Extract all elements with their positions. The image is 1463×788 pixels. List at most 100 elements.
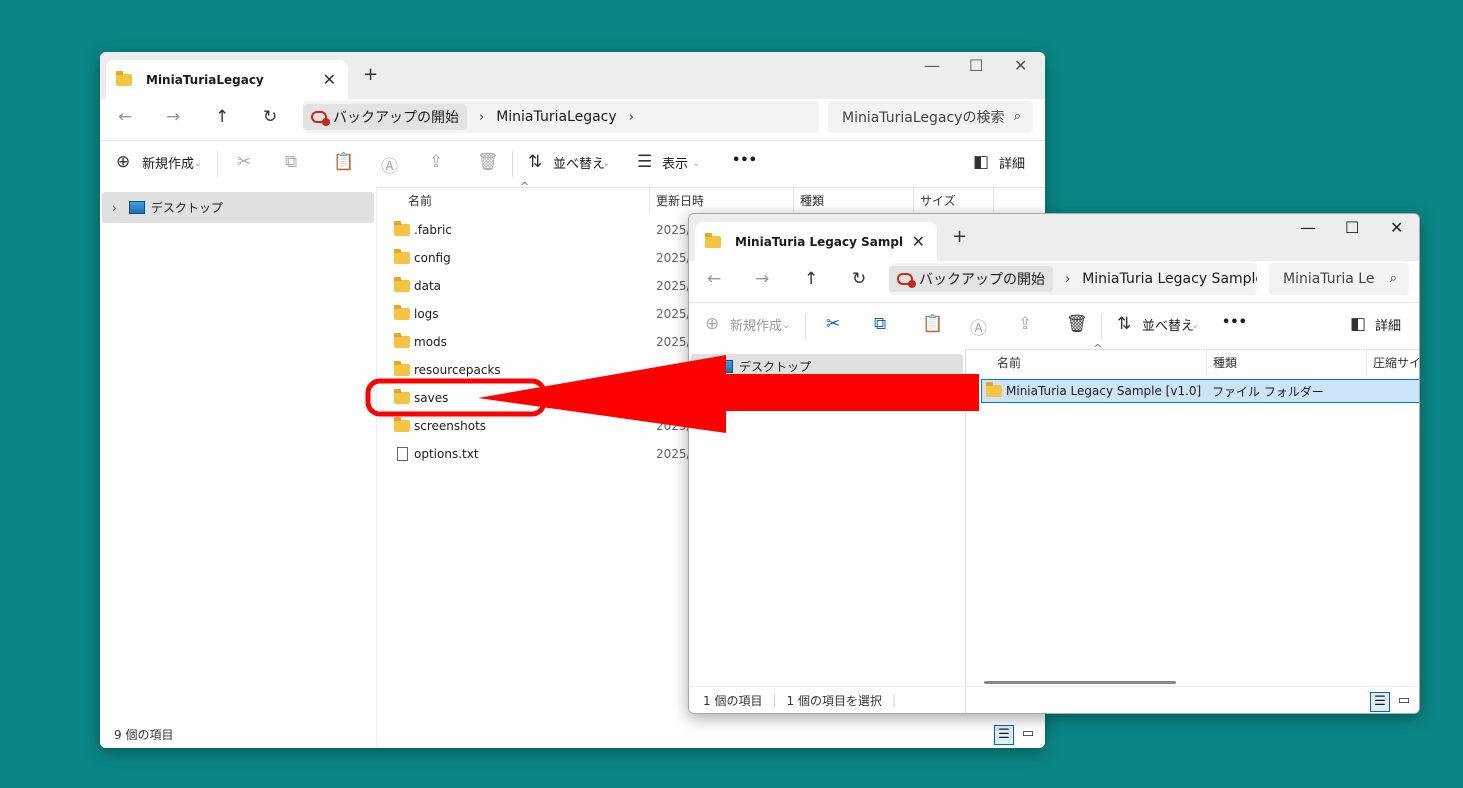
- item-count: 9 個の項目: [114, 727, 174, 742]
- search-input[interactable]: MiniaTuriaLegacyの検索 ⌕: [828, 101, 1033, 133]
- sidebar-item-desktop[interactable]: › デスクトップ: [102, 192, 374, 223]
- title-bar: MiniaTuria Legacy Sample [v1.0 ✕ + — ☐ ✕: [689, 214, 1419, 261]
- sort-button[interactable]: 並べ替え: [553, 153, 605, 172]
- column-divider[interactable]: [913, 186, 914, 212]
- refresh-button[interactable]: ↻: [852, 269, 866, 289]
- column-header-compressed[interactable]: 圧縮サイズ: [1373, 354, 1419, 371]
- details-button[interactable]: 詳細: [999, 153, 1025, 172]
- close-window-button[interactable]: ✕: [1390, 218, 1403, 237]
- column-divider[interactable]: [649, 186, 650, 212]
- column-divider[interactable]: [993, 186, 994, 212]
- breadcrumb-folder[interactable]: MiniaTuria Legacy Sample: [1082, 271, 1257, 287]
- chevron-down-icon: ⌄: [782, 320, 791, 331]
- refresh-button[interactable]: ↻: [263, 107, 277, 127]
- tab-miniaturialegacy[interactable]: MiniaTuriaLegacy ✕: [106, 60, 348, 99]
- sort-button[interactable]: 並べ替え: [1142, 315, 1194, 334]
- maximize-button[interactable]: ☐: [969, 56, 983, 75]
- sidebar-item-desktop[interactable]: デスクトップ: [691, 354, 963, 378]
- forward-button[interactable]: →: [166, 107, 180, 127]
- back-button[interactable]: ←: [118, 107, 132, 127]
- column-divider[interactable]: [1206, 348, 1207, 374]
- column-header-name[interactable]: 名前: [408, 192, 432, 209]
- new-tab-button[interactable]: +: [952, 226, 967, 247]
- share-icon[interactable]: ⇪: [429, 152, 443, 172]
- up-button[interactable]: ↑: [215, 107, 229, 127]
- column-header-type[interactable]: 種類: [1213, 354, 1237, 371]
- delete-icon[interactable]: 🗑: [1066, 314, 1088, 334]
- tiles-view-button[interactable]: ▭: [1018, 725, 1038, 745]
- divider: [1101, 313, 1102, 339]
- back-button[interactable]: ←: [707, 269, 721, 289]
- address-bar[interactable]: バックアップの開始 › MiniaTuria Legacy Sample: [889, 263, 1257, 295]
- column-divider[interactable]: [1366, 348, 1367, 374]
- tab-close-icon[interactable]: ✕: [912, 232, 925, 251]
- forward-button[interactable]: →: [755, 269, 769, 289]
- paste-icon[interactable]: 📋: [333, 152, 354, 172]
- cut-icon[interactable]: ✂: [237, 152, 251, 172]
- view-button[interactable]: 表示: [662, 153, 688, 172]
- column-header-modified[interactable]: 更新日時: [656, 192, 704, 209]
- column-header-size[interactable]: サイズ: [920, 192, 956, 209]
- navigation-pane: デスクトップ: [689, 349, 966, 713]
- column-header-name[interactable]: 名前: [997, 354, 1021, 371]
- add-circle-icon: ⊕: [116, 152, 131, 172]
- explorer-window-zip: MiniaTuria Legacy Sample [v1.0 ✕ + — ☐ ✕…: [688, 213, 1420, 714]
- horizontal-scrollbar[interactable]: [984, 681, 1176, 684]
- breadcrumb-chevron-icon: ›: [479, 109, 485, 125]
- text-file-icon: [397, 447, 408, 461]
- search-input[interactable]: MiniaTuria Le ⌕: [1269, 263, 1409, 295]
- selected-count: 1 個の項目を選択: [786, 693, 882, 708]
- details-button[interactable]: 詳細: [1375, 315, 1401, 334]
- details-view-button[interactable]: ☰: [1370, 692, 1390, 712]
- more-button[interactable]: •••: [1222, 315, 1247, 330]
- sort-ascending-icon: ^: [520, 180, 530, 193]
- delete-icon[interactable]: 🗑: [477, 152, 499, 172]
- close-window-button[interactable]: ✕: [1014, 56, 1027, 75]
- up-button[interactable]: ↑: [804, 269, 818, 289]
- sort-icon: ⇅: [1117, 314, 1132, 334]
- divider: |: [891, 693, 896, 707]
- item-count: 1 個の項目: [703, 693, 763, 708]
- zip-folder-icon: [705, 232, 721, 248]
- breadcrumb-chevron-icon[interactable]: ›: [629, 110, 634, 125]
- more-button[interactable]: •••: [732, 153, 757, 168]
- new-tab-button[interactable]: +: [363, 64, 378, 85]
- file-name: resourcepacks: [414, 363, 501, 377]
- sort-ascending-icon: ^: [1093, 342, 1103, 355]
- search-placeholder: MiniaTuriaLegacyの検索: [842, 110, 1005, 126]
- divider: |: [772, 693, 777, 707]
- zip-folder-icon: [986, 382, 1002, 397]
- expand-chevron-icon[interactable]: ›: [112, 201, 117, 215]
- navigation-bar: ← → ↑ ↻ バックアップの開始 › MiniaTuriaLegacy › M…: [100, 99, 1045, 139]
- copy-icon[interactable]: ⧉: [874, 314, 886, 334]
- column-header-type[interactable]: 種類: [800, 192, 824, 209]
- status-bar: 9 個の項目: [100, 720, 1045, 748]
- minimize-button[interactable]: —: [924, 56, 940, 75]
- column-divider[interactable]: [793, 186, 794, 212]
- details-view-button[interactable]: ☰: [994, 725, 1014, 745]
- chevron-down-icon: ⌄: [692, 158, 701, 169]
- divider: [217, 151, 218, 177]
- tab-close-icon[interactable]: ✕: [323, 70, 336, 89]
- backup-breadcrumb[interactable]: バックアップの開始: [303, 104, 467, 130]
- tiles-view-button[interactable]: ▭: [1394, 692, 1414, 712]
- address-bar[interactable]: バックアップの開始 › MiniaTuriaLegacy ›: [303, 101, 819, 133]
- backup-breadcrumb[interactable]: バックアップの開始: [889, 266, 1053, 292]
- new-button[interactable]: 新規作成: [142, 153, 194, 172]
- paste-icon[interactable]: 📋: [922, 314, 943, 334]
- cut-icon[interactable]: ✂: [826, 314, 840, 334]
- file-name: config: [414, 251, 451, 265]
- breadcrumb-chevron-icon: ›: [1065, 271, 1071, 287]
- list-item[interactable]: MiniaTuria Legacy Sample [v1.0] ファイル フォル…: [981, 379, 1419, 403]
- copy-icon[interactable]: ⧉: [285, 152, 297, 172]
- maximize-button[interactable]: ☐: [1345, 218, 1359, 237]
- minimize-button[interactable]: —: [1300, 218, 1316, 237]
- file-name: MiniaTuria Legacy Sample [v1.0]: [1006, 384, 1202, 398]
- rename-icon[interactable]: Ⓐ: [970, 314, 987, 339]
- folder-icon: [394, 333, 410, 348]
- new-button[interactable]: 新規作成: [730, 315, 782, 334]
- breadcrumb-folder[interactable]: MiniaTuriaLegacy: [496, 109, 616, 125]
- share-icon[interactable]: ⇪: [1018, 314, 1032, 334]
- tab-miniaturia-legacy-sample[interactable]: MiniaTuria Legacy Sample [v1.0 ✕: [695, 222, 937, 261]
- rename-icon[interactable]: Ⓐ: [381, 152, 398, 177]
